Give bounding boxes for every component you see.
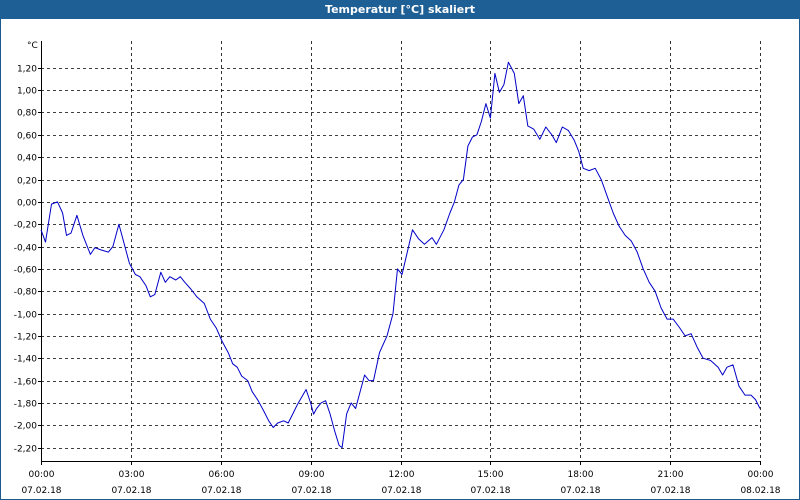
- y-tick-label: 1,00: [17, 87, 37, 97]
- y-tick-label: 0,60: [17, 132, 37, 142]
- grid-lines: [41, 41, 761, 461]
- y-tick-label: -1,80: [14, 400, 38, 410]
- x-tick-date-label: 08.02.18: [740, 486, 780, 496]
- x-tick-time-label: 12:00: [389, 470, 415, 480]
- y-tick-label: 0,20: [17, 177, 37, 187]
- y-tick-label: -0,80: [14, 288, 38, 298]
- x-tick-date-label: 07.02.18: [650, 486, 690, 496]
- y-tick-label: -1,00: [14, 311, 38, 321]
- y-tick-label: -0,60: [14, 266, 38, 276]
- x-tick-date-label: 07.02.18: [201, 486, 241, 496]
- y-tick-label: 0,40: [17, 154, 37, 164]
- y-axis-ticks: 1,20 1,00 0,80 0,60 0,40 0,20 0,00 -0,20 -0,40 -0…: [14, 65, 41, 455]
- y-tick-label: -1,20: [14, 333, 38, 343]
- y-tick-label: 0,80: [17, 109, 37, 119]
- temperature-series-line: [40, 61, 761, 449]
- y-tick-label: -1,40: [14, 355, 38, 365]
- x-tick-time-label: 00:00: [29, 470, 55, 480]
- x-tick-date-label: 07.02.18: [111, 486, 151, 496]
- y-tick-label: -2,00: [14, 422, 38, 432]
- x-tick-time-label: 21:00: [658, 470, 684, 480]
- x-tick-time-label: 03:00: [119, 470, 145, 480]
- y-tick-label: 0,00: [17, 199, 37, 209]
- axes: [41, 41, 760, 462]
- y-tick-label: 1,20: [17, 65, 37, 75]
- x-tick-time-label: 09:00: [299, 470, 325, 480]
- x-tick-date-label: 07.02.18: [381, 486, 421, 496]
- y-tick-label: -0,20: [14, 221, 38, 231]
- x-tick-date-label: 07.02.18: [21, 486, 61, 496]
- temperature-line-chart: 1,20 1,00 0,80 0,60 0,40 0,20 0,00 -0,20 -0,40 -0…: [14, 41, 781, 496]
- series-layer: [40, 61, 761, 449]
- y-tick-label: -1,60: [14, 378, 38, 388]
- x-tick-date-label: 07.02.18: [291, 486, 331, 496]
- x-tick-time-label: 00:00: [748, 470, 774, 480]
- x-tick-date-label: 07.02.18: [470, 486, 510, 496]
- x-tick-time-label: 06:00: [209, 470, 235, 480]
- x-tick-time-label: 15:00: [478, 470, 504, 480]
- x-tick-date-label: 07.02.18: [560, 486, 600, 496]
- x-tick-time-label: 18:00: [568, 470, 594, 480]
- y-tick-label: -2,20: [14, 445, 38, 455]
- x-axis-ticks: 00:00 07.02.18 03:00 07.02.18 06:00 07.02.18 0…: [21, 461, 781, 496]
- y-tick-label: -0,40: [14, 244, 38, 254]
- y-axis-unit-label: °C: [27, 41, 38, 51]
